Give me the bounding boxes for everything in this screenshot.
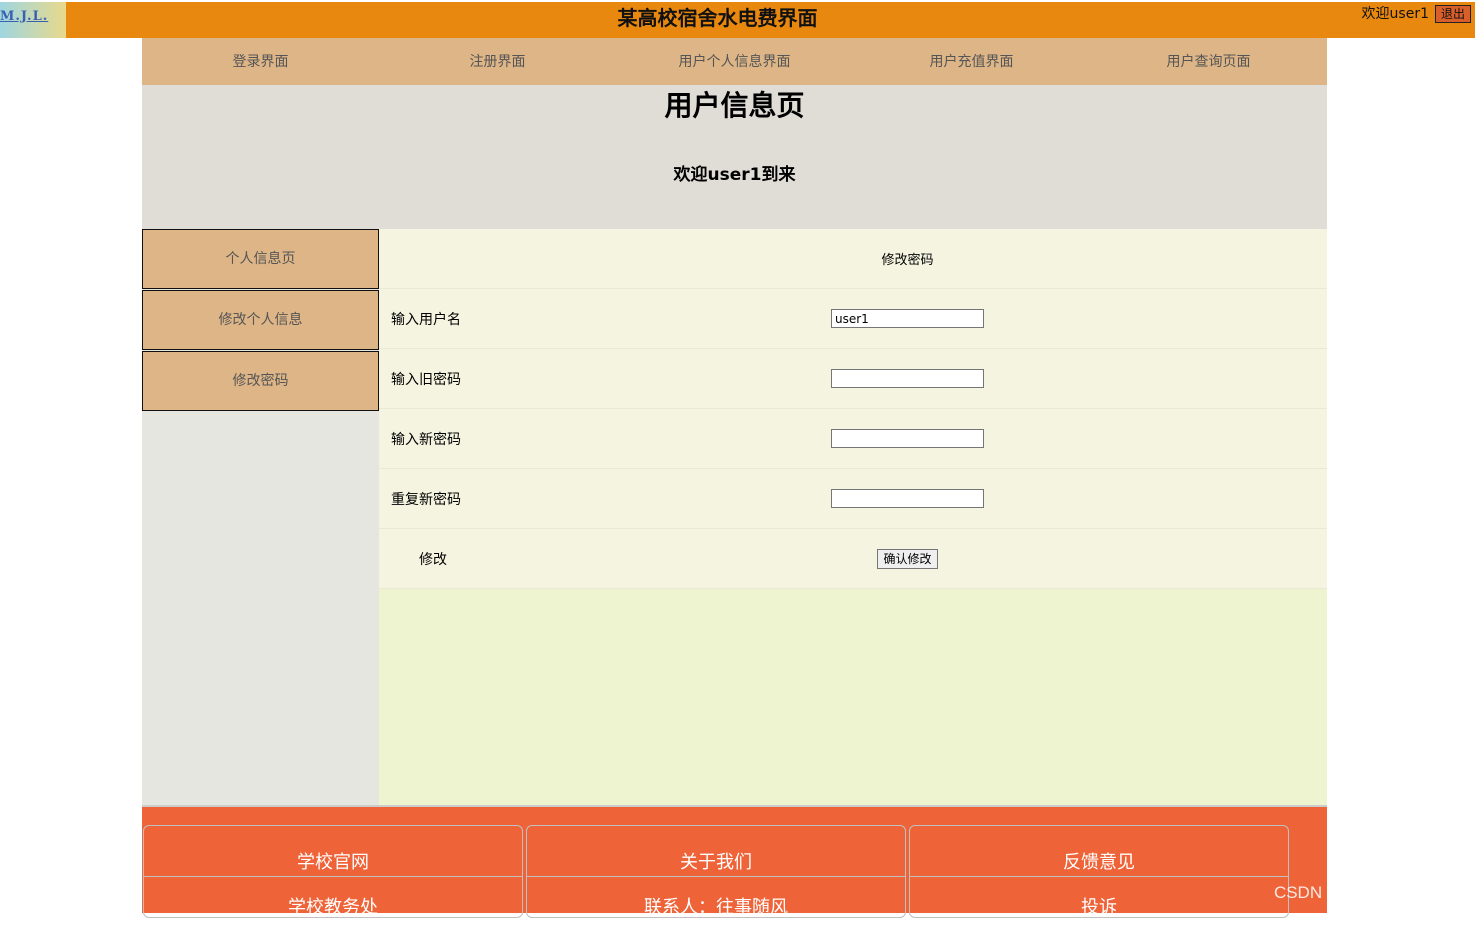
- sidebar-item-profile[interactable]: 个人信息页: [142, 229, 379, 289]
- nav-item-recharge[interactable]: 用户充值界面: [853, 38, 1090, 85]
- sidebar-item-change-password[interactable]: 修改密码: [142, 351, 379, 411]
- footer-link-academic-office[interactable]: 学校教务处: [144, 877, 522, 918]
- main-content: 修改密码 输入用户名 输入旧密码 输入新密码 重复新密码: [379, 229, 1327, 805]
- nav-item-user-info[interactable]: 用户个人信息界面: [616, 38, 853, 85]
- top-nav: 登录界面 注册界面 用户个人信息界面 用户充值界面 用户查询页面: [142, 38, 1327, 85]
- repeat-password-label: 重复新密码: [379, 468, 488, 529]
- sidebar: 个人信息页 修改个人信息 修改密码: [142, 229, 379, 805]
- submit-row: 修改 确认修改: [379, 528, 1327, 589]
- repeat-password-input[interactable]: [831, 489, 984, 508]
- username-row: 输入用户名: [379, 288, 1327, 349]
- logout-button[interactable]: 退出: [1434, 5, 1471, 23]
- nav-item-register[interactable]: 注册界面: [379, 38, 616, 85]
- new-password-input[interactable]: [831, 429, 984, 448]
- welcome-message: 欢迎user1到来: [673, 165, 796, 185]
- footer-link-complaint[interactable]: 投诉: [910, 877, 1288, 918]
- sidebar-item-edit-info[interactable]: 修改个人信息: [142, 290, 379, 350]
- nav-item-query[interactable]: 用户查询页面: [1090, 38, 1327, 85]
- footer-link-contact[interactable]: 联系人：往事随风: [527, 877, 905, 918]
- new-password-row: 输入新密码: [379, 408, 1327, 469]
- site-title: 某高校宿舍水电费界面: [617, 6, 818, 30]
- nav-item-login[interactable]: 登录界面: [142, 38, 379, 85]
- username-label: 输入用户名: [379, 288, 488, 349]
- old-password-label: 输入旧密码: [379, 348, 488, 409]
- footer: 学校官网 学校教务处 关于我们 联系人：往事随风 反馈意见 投诉: [142, 805, 1327, 918]
- footer-link-about-us[interactable]: 关于我们: [527, 826, 905, 877]
- banner: 用户信息页 欢迎user1到来: [142, 85, 1327, 229]
- footer-column-2: 关于我们 联系人：往事随风: [526, 825, 906, 918]
- footer-link-school-site[interactable]: 学校官网: [144, 826, 522, 877]
- form-title-row: 修改密码: [379, 229, 1327, 289]
- repeat-password-row: 重复新密码: [379, 468, 1327, 529]
- watermark: CSDN @2301_79939908: [1273, 883, 1467, 902]
- new-password-label: 输入新密码: [379, 408, 488, 469]
- page-title: 用户信息页: [664, 89, 805, 122]
- welcome-user-text: 欢迎user1: [1361, 6, 1429, 22]
- old-password-row: 输入旧密码: [379, 348, 1327, 409]
- footer-column-1: 学校官网 学校教务处: [143, 825, 523, 918]
- change-password-form: 修改密码 输入用户名 输入旧密码 输入新密码 重复新密码: [379, 229, 1327, 589]
- footer-column-3: 反馈意见 投诉: [909, 825, 1289, 918]
- footer-link-feedback[interactable]: 反馈意见: [910, 826, 1288, 877]
- confirm-change-button[interactable]: 确认修改: [877, 548, 938, 569]
- username-input[interactable]: [831, 309, 984, 328]
- header-bar: M.J.L. 某高校宿舍水电费界面 欢迎user1 退出: [0, 2, 1475, 38]
- action-label: 修改: [379, 528, 488, 589]
- old-password-input[interactable]: [831, 369, 984, 388]
- form-title: 修改密码: [488, 229, 1327, 289]
